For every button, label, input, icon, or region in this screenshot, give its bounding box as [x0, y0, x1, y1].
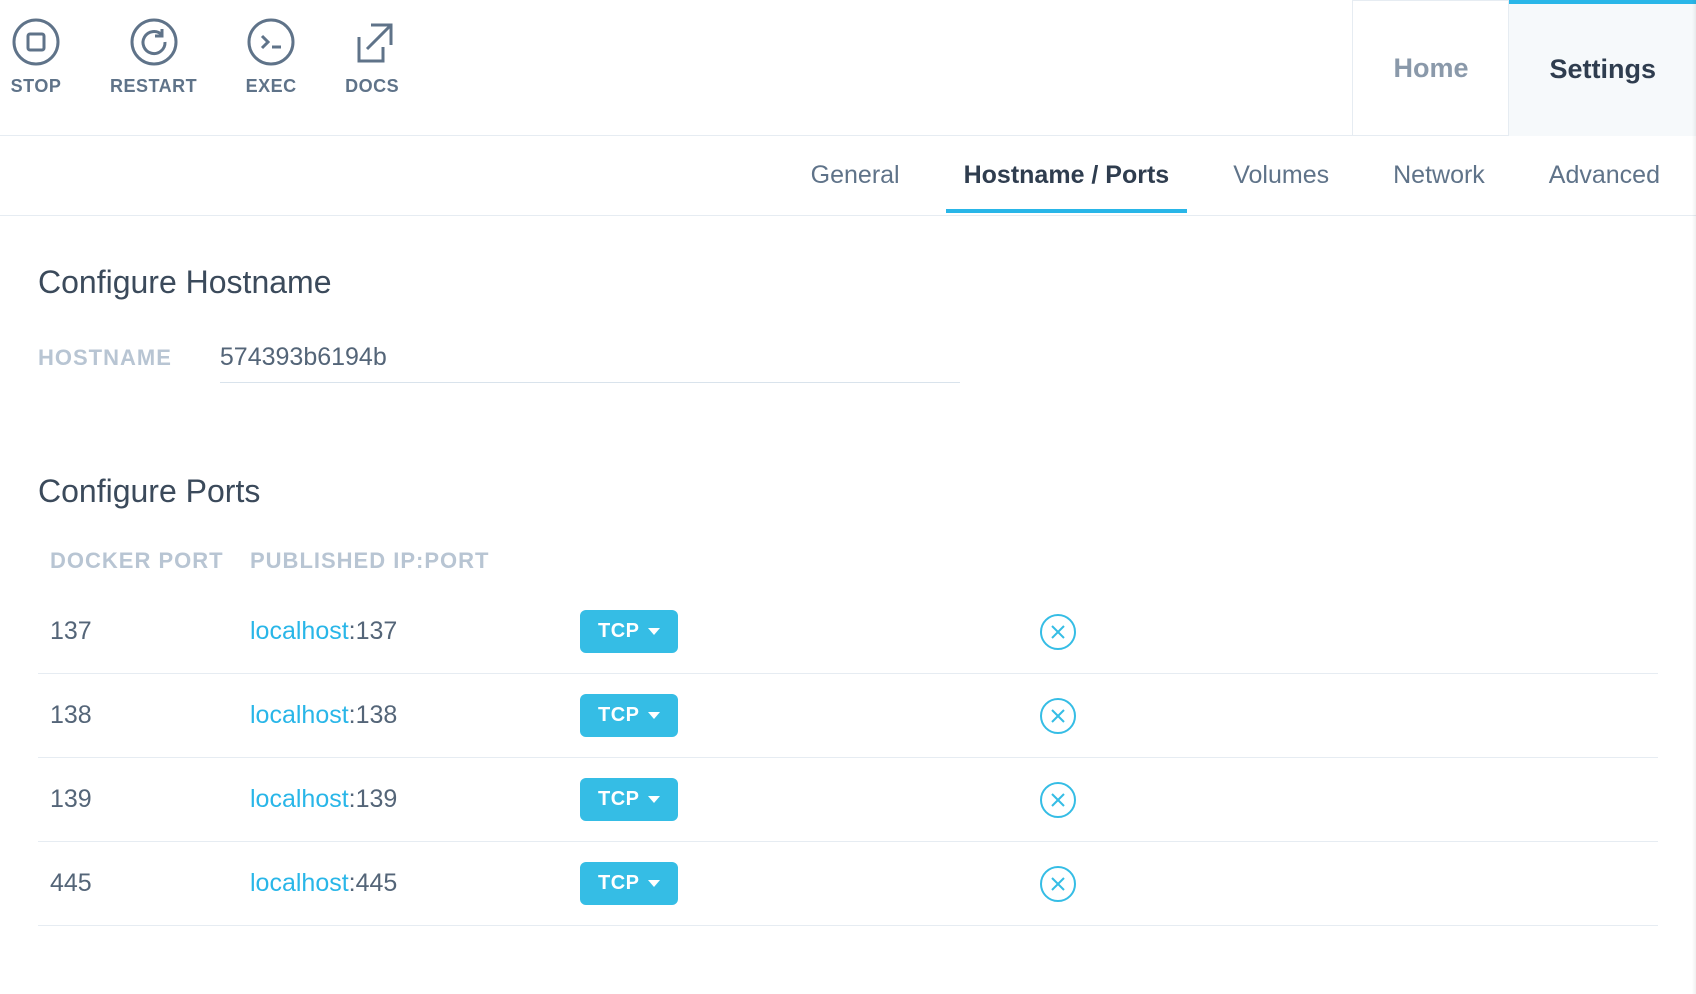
docker-port-value: 445: [50, 869, 250, 898]
subtab-network[interactable]: Network: [1389, 139, 1489, 212]
host-port-separator: :: [349, 701, 356, 729]
external-link-icon: [346, 16, 398, 68]
subtab-hostname-ports[interactable]: Hostname / Ports: [960, 139, 1174, 212]
published-ip-port: localhost:137: [250, 617, 580, 646]
top-nav: Home Settings: [1352, 0, 1696, 135]
delete-port-button[interactable]: [1040, 614, 1076, 650]
protocol-label: TCP: [598, 872, 640, 895]
stop-button[interactable]: STOP: [10, 16, 62, 97]
docker-port-value: 139: [50, 785, 250, 814]
subtab-network-label: Network: [1393, 161, 1485, 189]
close-icon: [1049, 875, 1067, 893]
docker-port-value: 138: [50, 701, 250, 730]
chevron-down-icon: [648, 880, 660, 887]
tab-home-label: Home: [1393, 53, 1468, 84]
settings-subtabs: General Hostname / Ports Volumes Network…: [0, 136, 1696, 216]
subtab-hostname-label: Hostname / Ports: [964, 161, 1170, 189]
chevron-down-icon: [648, 712, 660, 719]
delete-port-button[interactable]: [1040, 782, 1076, 818]
subtab-volumes[interactable]: Volumes: [1229, 139, 1333, 212]
host-port-separator: :: [349, 785, 356, 813]
published-host-link[interactable]: localhost: [250, 785, 349, 813]
protocol-label: TCP: [598, 620, 640, 643]
top-toolbar: STOP RESTART EXEC: [0, 0, 1696, 136]
section-configure-ports: Configure Ports: [38, 473, 1658, 510]
exec-button[interactable]: EXEC: [245, 16, 297, 97]
published-port-value: 139: [356, 785, 398, 813]
exec-icon: [245, 16, 297, 68]
hostname-row: HOSTNAME: [38, 339, 1658, 383]
published-host-link[interactable]: localhost: [250, 617, 349, 645]
tab-settings[interactable]: Settings: [1509, 0, 1696, 135]
published-host-link[interactable]: localhost: [250, 869, 349, 897]
chevron-down-icon: [648, 628, 660, 635]
exec-label: EXEC: [246, 76, 297, 97]
ports-table-body: 137localhost:137TCP138localhost:138TCP13…: [38, 590, 1658, 926]
port-row: 137localhost:137TCP: [38, 590, 1658, 674]
subtab-general[interactable]: General: [807, 139, 904, 212]
hostname-input[interactable]: [220, 339, 960, 383]
toolbar-left: STOP RESTART EXEC: [0, 0, 409, 97]
hostname-field-label: HOSTNAME: [38, 345, 172, 371]
protocol-dropdown[interactable]: TCP: [580, 694, 678, 737]
protocol-dropdown[interactable]: TCP: [580, 610, 678, 653]
subtab-advanced[interactable]: Advanced: [1545, 139, 1664, 212]
port-row: 139localhost:139TCP: [38, 758, 1658, 842]
published-port-value: 138: [356, 701, 398, 729]
published-ip-port: localhost:138: [250, 701, 580, 730]
host-port-separator: :: [349, 869, 356, 897]
tab-home[interactable]: Home: [1352, 0, 1509, 135]
close-icon: [1049, 623, 1067, 641]
published-ip-port: localhost:139: [250, 785, 580, 814]
host-port-separator: :: [349, 617, 356, 645]
th-published: PUBLISHED IP:PORT: [250, 548, 580, 574]
close-icon: [1049, 707, 1067, 725]
protocol-label: TCP: [598, 788, 640, 811]
ports-table-header: DOCKER PORT PUBLISHED IP:PORT: [38, 548, 1658, 590]
tab-settings-label: Settings: [1549, 54, 1656, 85]
published-port-value: 445: [356, 869, 398, 897]
docker-port-value: 137: [50, 617, 250, 646]
section-configure-hostname: Configure Hostname: [38, 264, 1658, 301]
scrollbar[interactable]: [1692, 0, 1696, 994]
chevron-down-icon: [648, 796, 660, 803]
port-row: 138localhost:138TCP: [38, 674, 1658, 758]
protocol-dropdown[interactable]: TCP: [580, 778, 678, 821]
stop-icon: [10, 16, 62, 68]
docs-button[interactable]: DOCS: [345, 16, 399, 97]
restart-button[interactable]: RESTART: [110, 16, 197, 97]
th-docker-port: DOCKER PORT: [50, 548, 250, 574]
close-icon: [1049, 791, 1067, 809]
published-ip-port: localhost:445: [250, 869, 580, 898]
subtab-advanced-label: Advanced: [1549, 161, 1660, 189]
restart-icon: [128, 16, 180, 68]
settings-content: Configure Hostname HOSTNAME Configure Po…: [0, 216, 1696, 926]
protocol-dropdown[interactable]: TCP: [580, 862, 678, 905]
published-host-link[interactable]: localhost: [250, 701, 349, 729]
delete-port-button[interactable]: [1040, 698, 1076, 734]
port-row: 445localhost:445TCP: [38, 842, 1658, 926]
published-port-value: 137: [356, 617, 398, 645]
subtab-volumes-label: Volumes: [1233, 161, 1329, 189]
subtab-general-label: General: [811, 161, 900, 189]
docs-label: DOCS: [345, 76, 399, 97]
stop-label: STOP: [11, 76, 62, 97]
protocol-label: TCP: [598, 704, 640, 727]
delete-port-button[interactable]: [1040, 866, 1076, 902]
restart-label: RESTART: [110, 76, 197, 97]
